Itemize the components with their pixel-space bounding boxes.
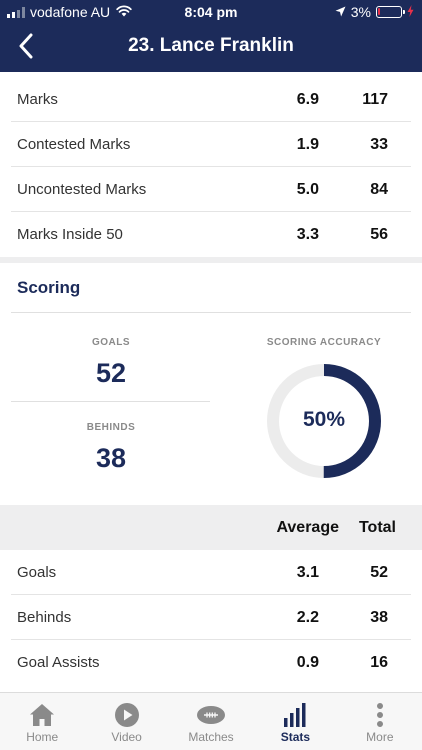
stat-row-behinds: Behinds 2.2 38 [0, 595, 422, 640]
column-header-total: Total [358, 519, 396, 536]
stat-label: Marks Inside 50 [17, 226, 123, 243]
status-right: 3% [335, 4, 414, 20]
tab-home[interactable]: Home [0, 693, 84, 750]
stat-total: 117 [362, 91, 388, 108]
section-divider [11, 312, 411, 313]
tab-label: Stats [280, 730, 311, 744]
stat-row-uncontested-marks: Uncontested Marks 5.0 84 [0, 167, 422, 212]
location-arrow-icon [335, 4, 346, 20]
stat-row-goal-assists: Goal Assists 0.9 16 [0, 640, 422, 685]
tab-label: More [366, 730, 394, 744]
stat-label: Goals [17, 564, 57, 581]
stat-average: 2.2 [296, 609, 319, 626]
stat-average: 0.9 [296, 654, 319, 671]
tab-more[interactable]: More [338, 693, 422, 750]
stat-label: Behinds [17, 609, 72, 626]
goals-value: 52 [95, 358, 127, 388]
stat-label: Marks [17, 91, 58, 108]
tab-label: Home [26, 730, 59, 744]
tab-label: Video [111, 730, 142, 744]
battery-icon [376, 6, 405, 18]
scoring-accuracy-label: SCORING ACCURACY [266, 337, 382, 348]
stat-average: 1.9 [296, 136, 319, 153]
tab-stats[interactable]: Stats [253, 693, 337, 750]
stat-label: Goal Assists [17, 654, 100, 671]
stat-row-marks: Marks 6.9 117 [0, 77, 422, 122]
stat-divider [11, 401, 210, 402]
nav-header: vodafone AU 8:04 pm 3% 23. Lance Frankli… [0, 0, 422, 72]
home-icon [0, 702, 84, 728]
scoring-accuracy-value: 50% [302, 408, 346, 431]
player-stats-screen: vodafone AU 8:04 pm 3% 23. Lance Frankli… [0, 0, 422, 750]
stat-average: 3.1 [296, 564, 319, 581]
behinds-label: BEHINDS [86, 422, 136, 433]
more-dots-icon [338, 702, 422, 728]
section-gap [0, 257, 422, 263]
tab-matches[interactable]: Matches [169, 693, 253, 750]
stat-total: 52 [370, 564, 388, 581]
stat-label: Uncontested Marks [17, 181, 147, 198]
behinds-value: 38 [95, 443, 127, 473]
stat-total: 56 [370, 226, 388, 243]
stat-row-marks-inside-50: Marks Inside 50 3.3 56 [0, 212, 422, 257]
chevron-left-icon [18, 33, 34, 64]
football-icon [169, 702, 253, 728]
charging-bolt-icon [407, 4, 414, 20]
stat-total: 38 [370, 609, 388, 626]
stat-average: 5.0 [296, 181, 319, 198]
stat-total: 33 [370, 136, 388, 153]
table-header: Average Total [0, 505, 422, 550]
status-bar: vodafone AU 8:04 pm 3% [0, 0, 422, 24]
goals-label: GOALS [91, 337, 131, 348]
stat-total: 16 [370, 654, 388, 671]
back-button[interactable] [8, 30, 44, 66]
page-title: 23. Lance Franklin [128, 35, 294, 56]
stat-average: 3.3 [296, 226, 319, 243]
stat-total: 84 [370, 181, 388, 198]
stat-row-contested-marks: Contested Marks 1.9 33 [0, 122, 422, 167]
play-icon [84, 702, 168, 728]
stat-average: 6.9 [296, 91, 319, 108]
tab-bar: Home Video Matches Stats More [0, 692, 422, 750]
tab-video[interactable]: Video [84, 693, 168, 750]
section-title-scoring: Scoring [17, 278, 81, 297]
battery-percent: 3% [350, 4, 371, 20]
tab-label: Matches [188, 730, 234, 744]
bar-chart-icon [253, 702, 337, 728]
stat-label: Contested Marks [17, 136, 131, 153]
stat-row-goals: Goals 3.1 52 [0, 550, 422, 595]
column-header-average: Average [276, 519, 339, 536]
